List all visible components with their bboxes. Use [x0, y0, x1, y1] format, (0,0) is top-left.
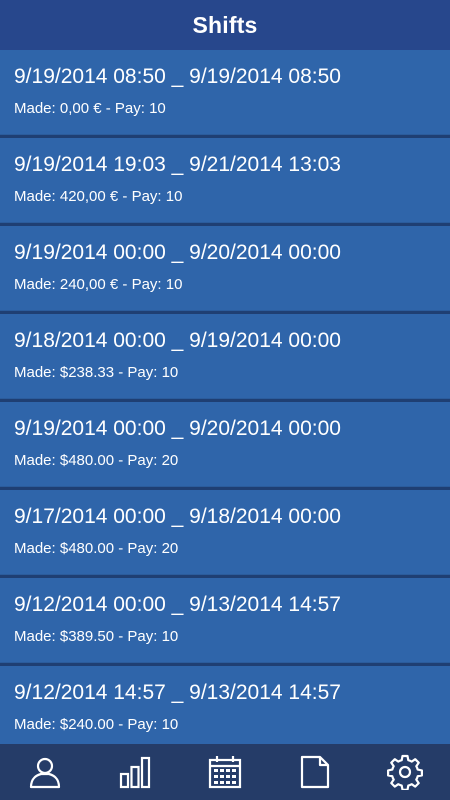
shift-row[interactable]: 9/17/2014 00:00 _ 9/18/2014 00:00 Made: …	[0, 490, 450, 575]
shift-row[interactable]: 9/19/2014 19:03 _ 9/21/2014 13:03 Made: …	[0, 138, 450, 223]
nav-stats-button[interactable]	[103, 744, 167, 800]
shift-list[interactable]: 9/19/2014 08:50 _ 9/19/2014 08:50 Made: …	[0, 50, 450, 744]
shift-date-range: 9/12/2014 00:00 _ 9/13/2014 14:57	[14, 593, 341, 616]
shift-date-range: 9/19/2014 00:00 _ 9/20/2014 00:00	[14, 241, 341, 264]
shift-row[interactable]: 9/18/2014 00:00 _ 9/19/2014 00:00 Made: …	[0, 314, 450, 399]
shift-earnings: Made: $480.00 - Pay: 20	[14, 452, 179, 469]
nav-settings-button[interactable]	[373, 744, 437, 800]
page-title: Shifts	[192, 11, 258, 38]
gear-icon	[387, 754, 423, 790]
nav-document-button[interactable]	[283, 744, 347, 800]
shift-earnings: Made: $238.33 - Pay: 10	[14, 364, 179, 381]
shift-row[interactable]: 9/12/2014 00:00 _ 9/13/2014 14:57 Made: …	[0, 578, 450, 663]
shift-date-range: 9/12/2014 14:57 _ 9/13/2014 14:57	[14, 681, 341, 704]
shift-earnings: Made: 240,00 € - Pay: 10	[14, 276, 183, 293]
calendar-icon	[208, 756, 242, 789]
user-icon	[29, 757, 61, 789]
shift-date-range: 9/19/2014 00:00 _ 9/20/2014 00:00	[14, 417, 341, 440]
shift-date-range: 9/19/2014 19:03 _ 9/21/2014 13:03	[14, 153, 341, 176]
shift-date-range: 9/19/2014 08:50 _ 9/19/2014 08:50	[14, 65, 341, 88]
shift-earnings: Made: $480.00 - Pay: 20	[14, 540, 179, 557]
shift-row[interactable]: 9/19/2014 00:00 _ 9/20/2014 00:00 Made: …	[0, 402, 450, 487]
shift-earnings: Made: $389.50 - Pay: 10	[14, 628, 179, 645]
shift-earnings: Made: 0,00 € - Pay: 10	[14, 100, 166, 117]
bottom-navigation	[0, 744, 450, 800]
document-icon	[300, 755, 330, 789]
shift-earnings: Made: $240.00 - Pay: 10	[14, 716, 179, 733]
shift-date-range: 9/17/2014 00:00 _ 9/18/2014 00:00	[14, 505, 341, 528]
nav-calendar-button[interactable]	[193, 744, 257, 800]
shift-row[interactable]: 9/19/2014 00:00 _ 9/20/2014 00:00 Made: …	[0, 226, 450, 311]
bar-chart-icon	[119, 756, 151, 789]
shift-row[interactable]: 9/19/2014 08:50 _ 9/19/2014 08:50 Made: …	[0, 50, 450, 135]
nav-profile-button[interactable]	[13, 744, 77, 800]
shift-earnings: Made: 420,00 € - Pay: 10	[14, 188, 183, 205]
shift-row[interactable]: 9/12/2014 14:57 _ 9/13/2014 14:57 Made: …	[0, 666, 450, 744]
shift-date-range: 9/18/2014 00:00 _ 9/19/2014 00:00	[14, 329, 341, 352]
app-header: Shifts	[0, 0, 450, 50]
